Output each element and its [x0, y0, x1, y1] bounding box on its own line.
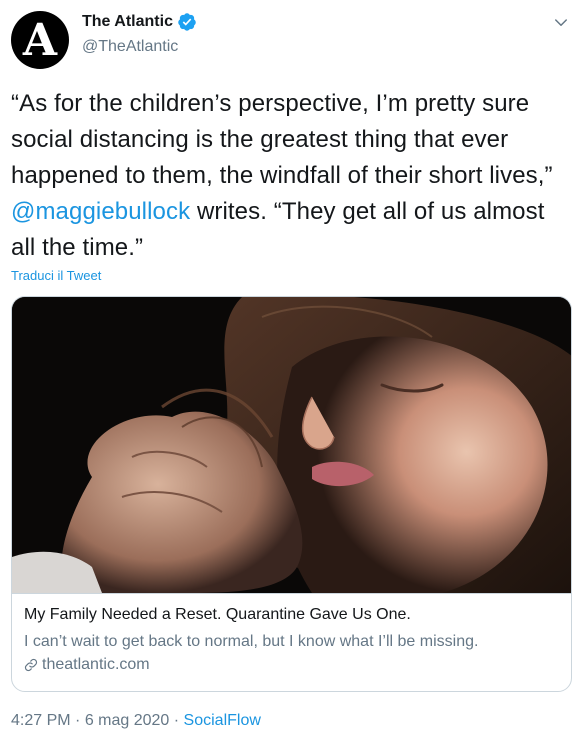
- link-icon: [24, 658, 38, 672]
- verified-badge-icon: [178, 13, 196, 31]
- meta-separator: ·: [70, 712, 85, 729]
- avatar-logo: A: [22, 15, 58, 66]
- chevron-down-icon[interactable]: [552, 14, 570, 32]
- card-title: My Family Needed a Reset. Quarantine Gav…: [24, 606, 411, 623]
- tweet-date[interactable]: 6 mag 2020: [85, 712, 170, 729]
- display-name[interactable]: The Atlantic: [82, 13, 173, 31]
- tweet-meta: 4:27 PM · 6 mag 2020 · SocialFlow: [11, 712, 261, 730]
- mention-link[interactable]: @maggiebullock: [11, 198, 190, 225]
- card-domain: theatlantic.com: [42, 656, 150, 673]
- author-handle[interactable]: @TheAtlantic: [82, 38, 178, 56]
- link-card[interactable]: My Family Needed a Reset. Quarantine Gav…: [11, 296, 572, 692]
- card-image[interactable]: [12, 297, 571, 593]
- avatar[interactable]: A: [11, 11, 69, 69]
- tweet-source[interactable]: SocialFlow: [184, 712, 261, 729]
- card-description: I can’t wait to get back to normal, but …: [24, 633, 479, 650]
- author-name-row: The Atlantic: [82, 12, 197, 32]
- tweet-text-part: “As for the children’s perspective, I’m …: [11, 90, 553, 189]
- card-domain-row: theatlantic.com: [24, 656, 559, 674]
- tweet-text: “As for the children’s perspective, I’m …: [11, 86, 571, 266]
- card-photo: [12, 297, 571, 593]
- tweet: A The Atlantic @TheAtlantic “As for the …: [0, 0, 586, 738]
- meta-separator: ·: [169, 712, 184, 729]
- translate-tweet-link[interactable]: Traduci il Tweet: [11, 268, 101, 283]
- card-info[interactable]: My Family Needed a Reset. Quarantine Gav…: [12, 593, 571, 691]
- tweet-time[interactable]: 4:27 PM: [11, 712, 71, 729]
